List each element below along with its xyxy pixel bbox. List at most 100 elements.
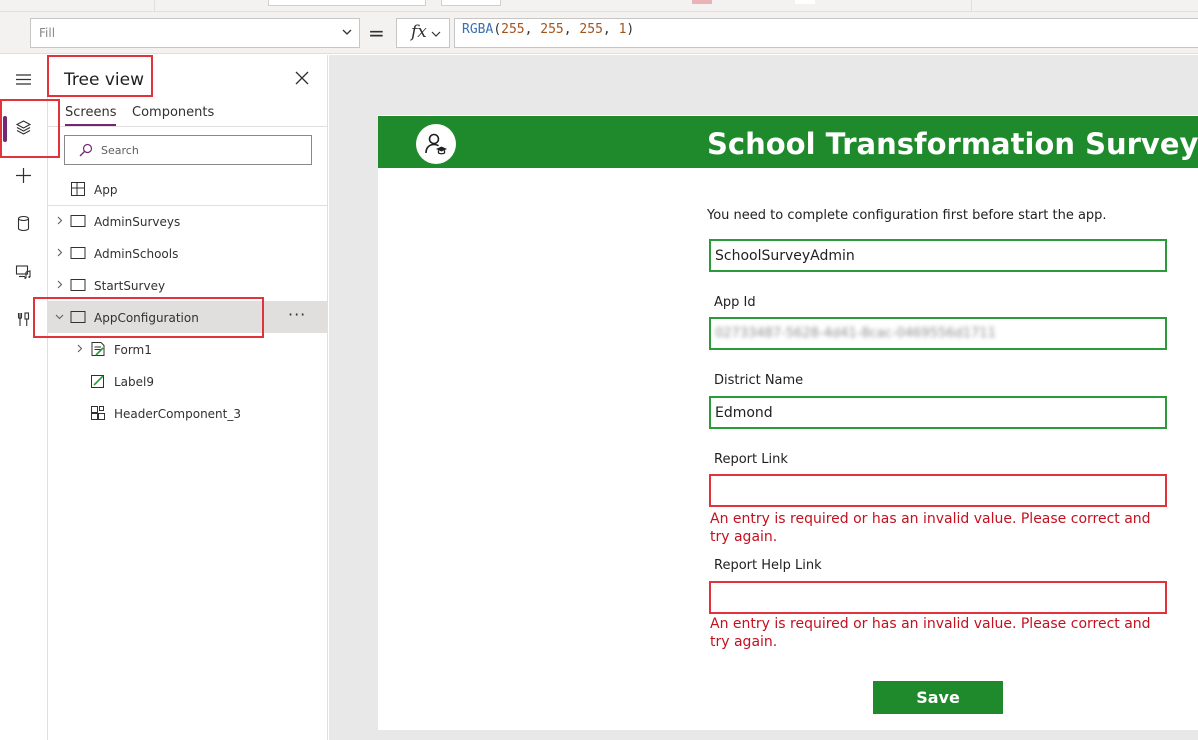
field-label: App Id [714,295,756,310]
toolbar-color-swatch[interactable] [795,0,815,4]
tree-node-label: AppConfiguration [94,311,199,325]
component-icon [91,406,105,420]
property-dropdown[interactable]: Fill [30,18,360,48]
validation-error: An entry is required or has an invalid v… [710,511,1151,545]
media-button[interactable] [0,251,48,291]
equals-sign: = [368,21,385,45]
insert-button[interactable] [0,155,48,195]
formula-separator: , [524,22,541,37]
data-button[interactable] [0,203,48,243]
formula-arg: 255 [579,22,603,37]
fx-icon: fx [411,22,427,42]
tree-node-control[interactable]: Form1 [48,333,328,365]
menu-button[interactable] [0,59,48,99]
tree-tabs: Screens Components [48,105,328,127]
formula-separator: , [602,22,619,37]
layers-icon [15,120,32,135]
field-value: SchoolSurveyAdmin [715,248,855,264]
data-cylinder-icon [17,215,30,232]
formula-text: RGBA(255, 255, 255, 1) [462,22,634,37]
tree-node-screen[interactable]: AdminSchools [48,237,328,269]
report-help-link-field[interactable] [709,581,1167,614]
tree-node-app[interactable]: App [48,173,328,205]
graduate-user-icon [425,133,447,155]
field-value: 02733487-5628-4d41-8cac-0469556d1711 [715,326,996,341]
chevron-down-icon [342,29,352,35]
toolbar-control[interactable] [441,0,501,6]
fx-button[interactable]: fx [396,18,450,48]
screen-icon [70,247,86,259]
chevron-down-icon [431,31,441,37]
chevron-down-icon[interactable] [55,312,64,321]
toolbar-divider [971,0,972,11]
save-button[interactable]: Save [873,681,1003,714]
toolbar-color-swatch[interactable] [692,0,712,4]
report-link-field[interactable] [709,474,1167,507]
tree-node-label: AdminSchools [94,247,179,261]
field-value: Edmond [715,405,773,421]
chevron-right-icon[interactable] [55,280,64,289]
toolbar-control[interactable] [268,0,426,6]
app-title: School Transformation Survey [707,127,1198,161]
tree-node-label: Label9 [114,375,155,389]
power-apps-studio: Fill = fx RGBA(255, 255, 255, 1) Tree vi… [0,0,1198,740]
chevron-right-icon[interactable] [55,248,64,257]
tree-node-screen-selected[interactable]: AppConfiguration ··· [48,301,328,333]
tree-node-screen[interactable]: AdminSurveys [48,205,328,237]
district-name-field[interactable]: Edmond [709,396,1167,429]
panel-title: Tree view [64,70,144,90]
formula-bar: Fill = fx RGBA(255, 255, 255, 1) [0,12,1198,54]
tree-node-label: App [94,183,118,197]
app-header: School Transformation Survey [378,116,1198,168]
tree-view-panel: Tree view Screens Components Search App … [48,55,328,740]
formula-paren: ( [493,22,502,37]
formula-arg: 255 [540,22,564,37]
tree-node-screen[interactable]: StartSurvey [48,269,328,301]
property-value: Fill [39,26,56,40]
app-id-field[interactable]: 02733487-5628-4d41-8cac-0469556d1711 [709,317,1167,350]
tab-components[interactable]: Components [132,105,214,120]
formula-paren: ) [626,22,635,37]
tree-node-label: HeaderComponent_3 [114,407,241,421]
logo [416,124,456,164]
media-icon [15,265,31,279]
form-icon [91,342,105,356]
field-label: Report Link [714,452,788,467]
chevron-right-icon[interactable] [55,216,64,225]
close-icon[interactable] [293,69,311,87]
tree-node-label: AdminSurveys [94,215,181,229]
label-edit-icon [91,375,104,388]
formula-separator: , [563,22,580,37]
tools-icon [17,312,30,326]
validation-error: An entry is required or has an invalid v… [710,616,1151,650]
search-icon [79,143,93,157]
formula-function: RGBA [462,22,494,37]
tree-node-label: StartSurvey [94,279,166,293]
toolbar-divider [154,0,155,11]
tree-node-label: Form1 [114,343,152,357]
tree-node-control[interactable]: Label9 [48,365,328,397]
more-options-button[interactable]: ··· [288,305,306,324]
tree-node-control[interactable]: HeaderComponent_3 [48,397,328,429]
left-rail [0,55,48,740]
tab-screens[interactable]: Screens [65,105,117,126]
tree-view-button[interactable] [0,107,48,147]
app-screen-preview: School Transformation Survey You need to… [378,115,1198,730]
screen-icon [70,311,86,323]
screen-icon [70,279,86,291]
hamburger-menu-icon [16,74,31,85]
app-icon [71,182,85,196]
formula-input[interactable]: RGBA(255, 255, 255, 1) [454,18,1198,48]
admin-name-field[interactable]: SchoolSurveyAdmin [709,239,1167,272]
screen-icon [70,215,86,227]
field-label: District Name [714,373,804,388]
tools-button[interactable] [0,299,48,339]
search-input[interactable]: Search [64,135,312,165]
plus-icon [16,168,31,183]
chevron-right-icon[interactable] [75,344,84,353]
top-toolbar-strip [0,0,1198,12]
intro-text: You need to complete configuration first… [707,208,1107,223]
formula-arg: 255 [501,22,525,37]
search-placeholder: Search [101,144,139,157]
field-label: Report Help Link [714,558,822,573]
